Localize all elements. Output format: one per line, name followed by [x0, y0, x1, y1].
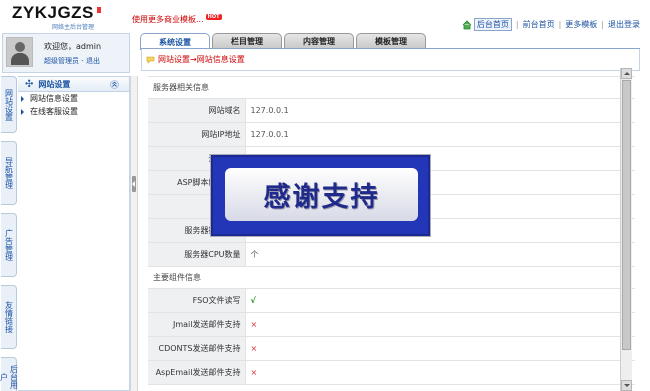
- link-separator: |: [515, 20, 519, 29]
- thanks-banner: 感谢支持: [211, 155, 430, 236]
- status-unsupported-icon: ×: [245, 360, 635, 385]
- sidebar-menu: ✣ 网站设置 网站信息设置 在线客服设置: [18, 76, 130, 391]
- table-row: 网站域名 127.0.0.1: [148, 98, 635, 123]
- link-separator: |: [601, 20, 604, 29]
- banner-text: 感谢支持: [263, 182, 380, 213]
- row-label: 服务器CPU数量: [148, 242, 246, 267]
- arrow-right-icon: [21, 108, 24, 115]
- row-label: FSO文件读写: [148, 288, 246, 313]
- user-links: 超级管理员 - 退出: [44, 56, 100, 66]
- row-label: AspEmail发送邮件支持: [148, 360, 246, 385]
- hot-badge: HOT: [205, 14, 222, 21]
- plus-icon: ✣: [25, 78, 34, 90]
- status-supported-icon: √: [245, 288, 635, 313]
- link-admin-home[interactable]: 后台首页: [473, 18, 512, 31]
- speech-bubble-icon: [146, 56, 155, 64]
- breadcrumb: 网站设置 → 网站信息设置: [141, 49, 640, 71]
- brand-subtitle: 网络主后台管理: [52, 24, 95, 31]
- row-label: Jmail发送邮件支持: [148, 312, 246, 337]
- table-row: CDONTS发送邮件支持 ×: [148, 336, 635, 361]
- breadcrumb-arrow: →: [190, 55, 197, 64]
- menu-header[interactable]: ✣ 网站设置: [18, 77, 129, 92]
- vtab-navigation[interactable]: 导航管理: [1, 141, 17, 205]
- row-value: 个: [245, 242, 635, 267]
- user-role-link[interactable]: 超级管理员: [44, 57, 79, 65]
- row-label: 网站IP地址: [148, 122, 246, 147]
- scroll-thumb[interactable]: [622, 80, 631, 350]
- breadcrumb-part2: 网站信息设置: [196, 55, 245, 64]
- sidebar-splitter[interactable]: [130, 76, 138, 391]
- vtab-admin-users[interactable]: 后台用户: [0, 357, 19, 391]
- link-separator: |: [558, 20, 562, 29]
- user-link-separator: -: [79, 57, 86, 65]
- brand-mark-icon: [96, 7, 101, 13]
- status-unsupported-icon: ×: [245, 312, 635, 337]
- menu-item-label: 网站信息设置: [30, 94, 78, 103]
- vertical-scrollbar[interactable]: [620, 68, 632, 391]
- side-vertical-tabs: 网站设置 导航管理 广告管理 友情链接 后台用户: [0, 76, 19, 391]
- collapse-left-icon[interactable]: [132, 176, 136, 192]
- promo-link[interactable]: 使用更多商业模板... HOT: [132, 14, 222, 25]
- user-panel: 欢迎您，admin 超级管理员 - 退出: [2, 33, 130, 73]
- tab-column-management[interactable]: 栏目管理: [212, 33, 282, 49]
- vtab-links[interactable]: 友情链接: [1, 285, 17, 349]
- table-row: 服务器CPU数量个: [148, 242, 635, 267]
- link-more-templates[interactable]: 更多模板: [565, 19, 597, 30]
- row-label: 网站域名: [148, 98, 246, 123]
- row-label: CDONTS发送邮件支持: [148, 336, 246, 361]
- section-header: 服务器相关信息: [148, 76, 635, 99]
- menu-title: 网站设置: [38, 79, 71, 89]
- avatar: [6, 37, 33, 67]
- brand-text: ZYKJGZS: [12, 3, 94, 22]
- link-logout[interactable]: 退出登录: [608, 19, 640, 30]
- table-row: AspEmail发送邮件支持 ×: [148, 360, 635, 385]
- promo-text: 使用更多商业模板...: [132, 15, 204, 24]
- table-row: FSO文件读写 √: [148, 288, 635, 313]
- row-value: 127.0.0.1: [245, 122, 635, 147]
- tab-template-management[interactable]: 模板管理: [356, 33, 426, 49]
- collapse-up-icon[interactable]: [110, 80, 119, 89]
- section-title: 服务器相关信息: [148, 76, 635, 99]
- vtab-site-settings[interactable]: 网站设置: [1, 76, 17, 133]
- arrow-right-icon: [21, 95, 24, 102]
- link-front-home[interactable]: 前台首页: [523, 19, 555, 30]
- main-tabs: 系统设置 栏目管理 内容管理 模板管理: [140, 33, 428, 50]
- tab-content-management[interactable]: 内容管理: [284, 33, 354, 49]
- scroll-up-icon[interactable]: [621, 68, 632, 79]
- row-value: 127.0.0.1: [245, 98, 635, 123]
- home-icon: [462, 19, 472, 29]
- menu-item-site-info[interactable]: 网站信息设置: [18, 92, 129, 105]
- status-unsupported-icon: ×: [245, 336, 635, 361]
- app-logo: ZYKJGZS: [12, 3, 101, 23]
- section-title: 主要组件信息: [148, 266, 635, 289]
- user-logout-link[interactable]: 退出: [86, 57, 100, 65]
- menu-item-online-service[interactable]: 在线客服设置: [18, 105, 129, 118]
- scroll-down-icon[interactable]: [621, 380, 632, 391]
- section-header: 主要组件信息: [148, 266, 635, 289]
- welcome-text: 欢迎您，admin: [44, 42, 102, 51]
- table-row: 网站IP地址 127.0.0.1: [148, 122, 635, 147]
- menu-item-label: 在线客服设置: [30, 107, 78, 116]
- table-row: Jmail发送邮件支持 ×: [148, 312, 635, 337]
- vtab-ads[interactable]: 广告管理: [1, 213, 17, 277]
- banner-plate: 感谢支持: [225, 168, 418, 221]
- top-links: 后台首页 | 前台首页 | 更多模板 | 退出登录: [462, 18, 640, 31]
- breadcrumb-part1[interactable]: 网站设置: [158, 54, 190, 65]
